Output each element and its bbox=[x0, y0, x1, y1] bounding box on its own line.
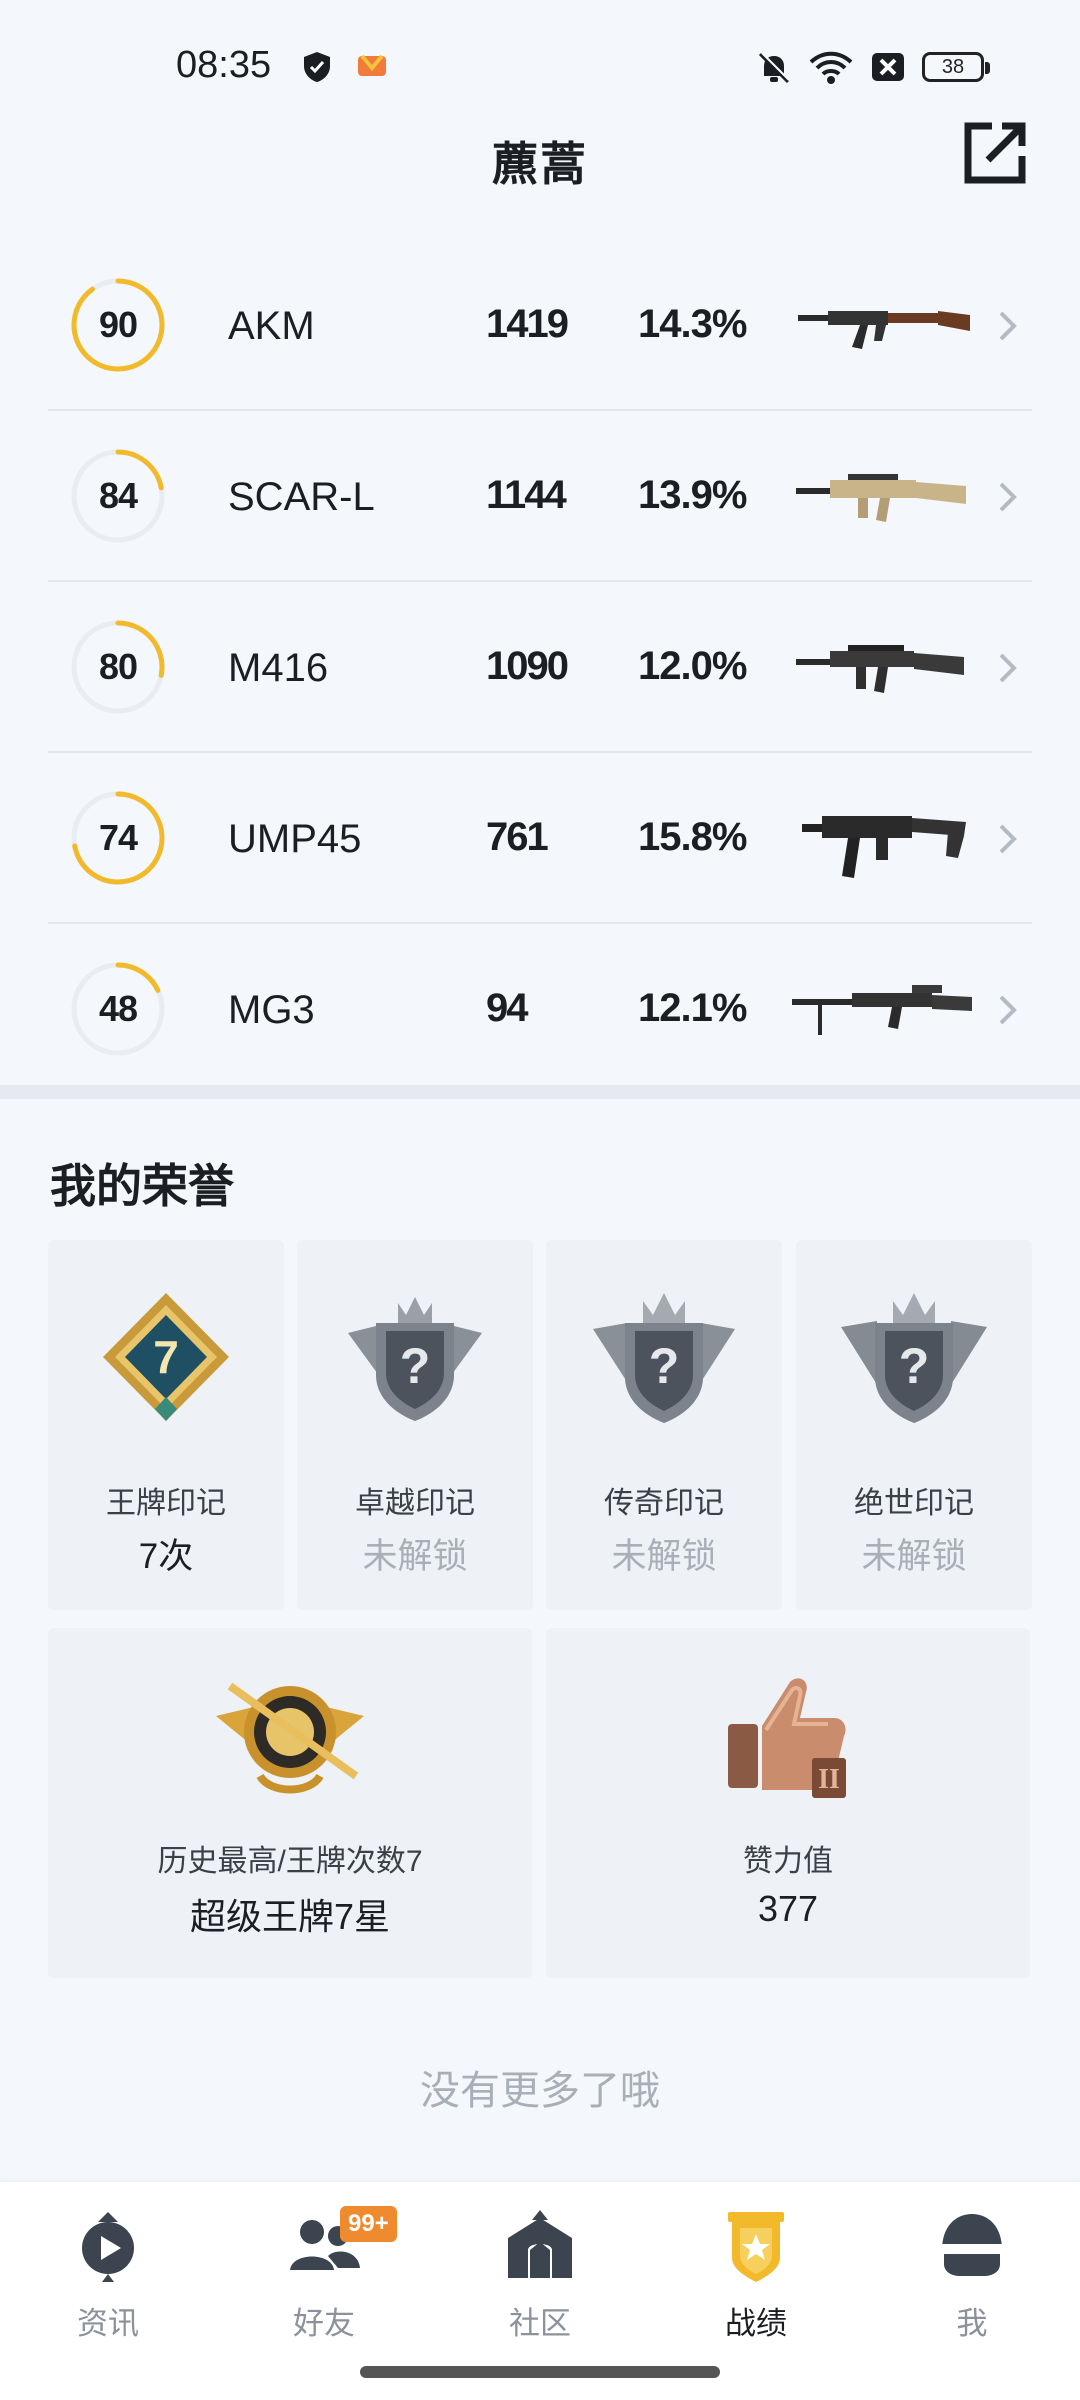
svg-text:7: 7 bbox=[153, 1331, 179, 1383]
weapon-rate: 12.1% bbox=[638, 986, 747, 1030]
weapon-rate: 12.0% bbox=[638, 644, 747, 688]
screen: 08:35 38 藨蒿 90 AKM 1419 14.3% 84 SCAR-L … bbox=[0, 0, 1080, 2400]
super-ace-emblem bbox=[216, 1682, 364, 1794]
nav-item-record[interactable]: 战绩 bbox=[676, 2206, 836, 2356]
nav-item-friends[interactable]: 99+ 好友 bbox=[244, 2206, 404, 2356]
weapon-list: 90 AKM 1419 14.3% 84 SCAR-L 1144 13.9% 80 M416 109… bbox=[48, 240, 1032, 1095]
weapon-name: AKM bbox=[228, 304, 315, 348]
chevron-right-icon bbox=[999, 311, 1017, 341]
page-title: 藨蒿 bbox=[492, 138, 588, 190]
badge-value: 未解锁 bbox=[611, 1537, 717, 1576]
badge-value: 未解锁 bbox=[362, 1537, 468, 1576]
ace-mark-badge: 7 bbox=[103, 1293, 229, 1421]
news-play-icon bbox=[82, 2212, 134, 2282]
badge-label: 王牌印记 bbox=[106, 1487, 226, 1520]
badge-label: 卓越印记 bbox=[355, 1487, 475, 1520]
chevron-right-icon bbox=[999, 824, 1017, 854]
badge-card-ace[interactable]: 7 王牌印记 7次 bbox=[48, 1240, 284, 1610]
chevron-right-icon bbox=[999, 482, 1017, 512]
badge-label: 绝世印记 bbox=[854, 1487, 974, 1520]
weapon-kills: 94 bbox=[486, 986, 528, 1030]
weapon-name: SCAR-L bbox=[228, 475, 375, 519]
stat-value: 超级王牌7星 bbox=[189, 1896, 391, 1937]
battery-icon: 38 bbox=[922, 52, 990, 82]
weapon-score: 48 bbox=[98, 988, 138, 1029]
shield-app-icon bbox=[304, 52, 330, 82]
weapon-score: 84 bbox=[98, 475, 138, 516]
svg-text:?: ? bbox=[649, 1338, 680, 1394]
weapon-score: 80 bbox=[98, 646, 138, 687]
akm-rifle-image bbox=[798, 311, 970, 349]
locked-crown-badge: ? bbox=[593, 1293, 735, 1423]
weapon-row[interactable]: 48 MG3 94 12.1% bbox=[48, 924, 1032, 1095]
wifi-icon bbox=[809, 51, 853, 84]
nav-label: 资讯 bbox=[77, 2306, 139, 2341]
stat-label: 历史最高/王牌次数7 bbox=[157, 1845, 423, 1878]
friends-count-badge: 99+ bbox=[340, 2206, 397, 2242]
chevron-right-icon bbox=[999, 995, 1017, 1025]
weapon-kills: 1419 bbox=[486, 302, 569, 346]
scar-l-rifle-image bbox=[796, 474, 966, 522]
locked-crown-badge: ? bbox=[841, 1293, 987, 1423]
nav-label: 好友 bbox=[293, 2306, 355, 2341]
weapon-name: M416 bbox=[228, 646, 329, 690]
weapon-kills: 1144 bbox=[486, 473, 567, 517]
stat-card-likes[interactable]: II 赞力值 377 bbox=[546, 1628, 1030, 1978]
status-bar: 08:35 38 bbox=[0, 0, 1080, 120]
weapon-rate: 13.9% bbox=[638, 473, 747, 517]
status-time: 08:35 bbox=[176, 44, 272, 86]
thumbs-up-trophy: II bbox=[728, 1678, 846, 1798]
weapon-score: 90 bbox=[98, 304, 138, 345]
honor-section-title: 我的荣誉 bbox=[50, 1160, 234, 1212]
end-of-list-text: 没有更多了哦 bbox=[420, 2069, 660, 2113]
share-export-icon[interactable] bbox=[962, 120, 1028, 186]
nav-item-news[interactable]: 资讯 bbox=[28, 2206, 188, 2356]
nav-label: 我 bbox=[956, 2306, 988, 2341]
record-badge-icon bbox=[728, 2212, 784, 2282]
game-app-icon bbox=[358, 54, 386, 76]
weapon-rate: 15.8% bbox=[638, 815, 747, 859]
svg-text:II: II bbox=[818, 1764, 840, 1795]
nav-item-community[interactable]: 社区 bbox=[460, 2206, 620, 2356]
page-header: 藨蒿 bbox=[0, 120, 1080, 230]
badge-card-excellent[interactable]: ? 卓越印记 未解锁 bbox=[297, 1240, 533, 1610]
stat-card-highest-tier[interactable]: 历史最高/王牌次数7 超级王牌7星 bbox=[48, 1628, 532, 1978]
weapon-kills: 1090 bbox=[486, 644, 569, 688]
badge-card-legend[interactable]: ? 传奇印记 未解锁 bbox=[546, 1240, 782, 1610]
weapon-rate: 14.3% bbox=[638, 302, 747, 346]
nav-label: 战绩 bbox=[725, 2306, 787, 2341]
badge-value: 7次 bbox=[138, 1537, 194, 1576]
weapon-row[interactable]: 84 SCAR-L 1144 13.9% bbox=[48, 411, 1032, 582]
weapon-name: MG3 bbox=[228, 988, 315, 1032]
chevron-right-icon bbox=[999, 653, 1017, 683]
ump45-smg-image bbox=[802, 816, 966, 878]
community-house-icon bbox=[508, 2210, 572, 2278]
badge-label: 传奇印记 bbox=[604, 1487, 724, 1520]
weapon-row[interactable]: 80 M416 1090 12.0% bbox=[48, 582, 1032, 753]
nav-label: 社区 bbox=[509, 2306, 571, 2341]
section-divider bbox=[0, 1085, 1080, 1099]
badge-card-peerless[interactable]: ? 绝世印记 未解锁 bbox=[796, 1240, 1032, 1610]
locked-crown-badge: ? bbox=[348, 1297, 482, 1421]
helmet-profile-icon bbox=[940, 2214, 1004, 2276]
weapon-name: UMP45 bbox=[228, 817, 362, 861]
weapon-row[interactable]: 90 AKM 1419 14.3% bbox=[48, 240, 1032, 411]
sim-none-icon bbox=[872, 53, 904, 81]
bell-muted-icon bbox=[758, 52, 790, 84]
svg-text:?: ? bbox=[400, 1338, 431, 1394]
nav-item-me[interactable]: 我 bbox=[892, 2206, 1052, 2356]
home-indicator[interactable] bbox=[360, 2366, 720, 2378]
weapon-row[interactable]: 74 UMP45 761 15.8% bbox=[48, 753, 1032, 924]
weapon-score: 74 bbox=[98, 817, 138, 858]
m416-rifle-image bbox=[796, 645, 964, 693]
stat-value: 377 bbox=[757, 1888, 819, 1929]
badge-value: 未解锁 bbox=[861, 1537, 967, 1576]
mg3-lmg-image bbox=[792, 985, 972, 1035]
weapon-kills: 761 bbox=[486, 815, 549, 859]
svg-text:?: ? bbox=[899, 1338, 930, 1394]
stat-label: 赞力值 bbox=[743, 1845, 833, 1878]
